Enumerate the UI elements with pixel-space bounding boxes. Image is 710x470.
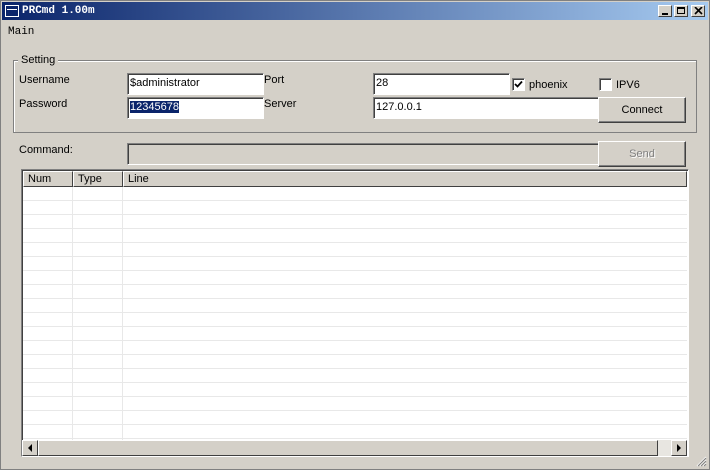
server-value: 127.0.0.1 bbox=[376, 101, 422, 113]
phoenix-label: phoenix bbox=[529, 79, 568, 91]
scroll-right-button[interactable] bbox=[671, 440, 687, 456]
table-row[interactable] bbox=[23, 369, 687, 383]
server-field[interactable]: 127.0.0.1 bbox=[373, 97, 599, 119]
table-row[interactable] bbox=[23, 299, 687, 313]
table-row[interactable] bbox=[23, 271, 687, 285]
menu-bar: Main bbox=[2, 21, 708, 41]
table-row[interactable] bbox=[23, 327, 687, 341]
scroll-thumb[interactable] bbox=[38, 440, 658, 456]
table-row[interactable] bbox=[23, 201, 687, 215]
column-header-line[interactable]: Line bbox=[123, 171, 687, 187]
close-icon bbox=[694, 7, 703, 15]
app-icon bbox=[5, 5, 19, 17]
username-label: Username bbox=[19, 74, 70, 86]
table-row[interactable] bbox=[23, 285, 687, 299]
port-label: Port bbox=[264, 74, 285, 86]
app-window: PRCmd 1.00m Main Setting Username $admin… bbox=[0, 0, 710, 470]
title-bar[interactable]: PRCmd 1.00m bbox=[2, 2, 708, 20]
username-value: $administrator bbox=[130, 77, 200, 89]
ipv6-checkbox[interactable] bbox=[599, 78, 612, 91]
checkmark-icon bbox=[514, 80, 523, 88]
list-header: Num Type Line bbox=[23, 171, 687, 187]
command-field[interactable] bbox=[127, 143, 599, 165]
port-value: 28 bbox=[376, 77, 389, 89]
maximize-button[interactable] bbox=[674, 5, 688, 17]
column-header-num[interactable]: Num bbox=[23, 171, 73, 187]
username-field[interactable]: $administrator bbox=[127, 73, 264, 95]
scroll-left-button[interactable] bbox=[22, 440, 38, 456]
table-row[interactable] bbox=[23, 187, 687, 201]
send-button[interactable]: Send bbox=[598, 141, 686, 167]
table-row[interactable] bbox=[23, 243, 687, 257]
table-row[interactable] bbox=[23, 257, 687, 271]
server-label: Server bbox=[264, 98, 297, 110]
connect-button[interactable]: Connect bbox=[598, 97, 686, 123]
list-body[interactable] bbox=[23, 187, 687, 440]
minimize-button[interactable] bbox=[658, 5, 672, 17]
window-title: PRCmd 1.00m bbox=[22, 5, 95, 17]
resize-grip-icon[interactable] bbox=[695, 455, 707, 467]
setting-group-label: Setting bbox=[18, 54, 59, 66]
table-row[interactable] bbox=[23, 383, 687, 397]
table-row[interactable] bbox=[23, 397, 687, 411]
table-row[interactable] bbox=[23, 425, 687, 439]
menu-main[interactable]: Main bbox=[8, 26, 34, 38]
port-field[interactable]: 28 bbox=[373, 73, 510, 95]
table-row[interactable] bbox=[23, 411, 687, 425]
maximize-icon bbox=[677, 7, 685, 14]
close-button[interactable] bbox=[691, 5, 705, 17]
password-label: Password bbox=[19, 98, 68, 110]
minimize-icon bbox=[662, 13, 668, 15]
table-row[interactable] bbox=[23, 313, 687, 327]
ipv6-label: IPV6 bbox=[616, 79, 640, 91]
table-row[interactable] bbox=[23, 341, 687, 355]
table-row[interactable] bbox=[23, 355, 687, 369]
arrow-right-icon bbox=[677, 444, 681, 452]
arrow-left-icon bbox=[28, 444, 32, 452]
results-list[interactable]: Num Type Line bbox=[21, 169, 689, 457]
column-header-type[interactable]: Type bbox=[73, 171, 123, 187]
table-row[interactable] bbox=[23, 215, 687, 229]
phoenix-checkbox[interactable] bbox=[512, 78, 525, 91]
password-value: 12345678 bbox=[130, 101, 179, 113]
command-label: Command: bbox=[19, 144, 73, 156]
password-field[interactable]: 12345678 bbox=[127, 97, 264, 119]
horizontal-scrollbar[interactable] bbox=[22, 440, 687, 456]
table-row[interactable] bbox=[23, 229, 687, 243]
